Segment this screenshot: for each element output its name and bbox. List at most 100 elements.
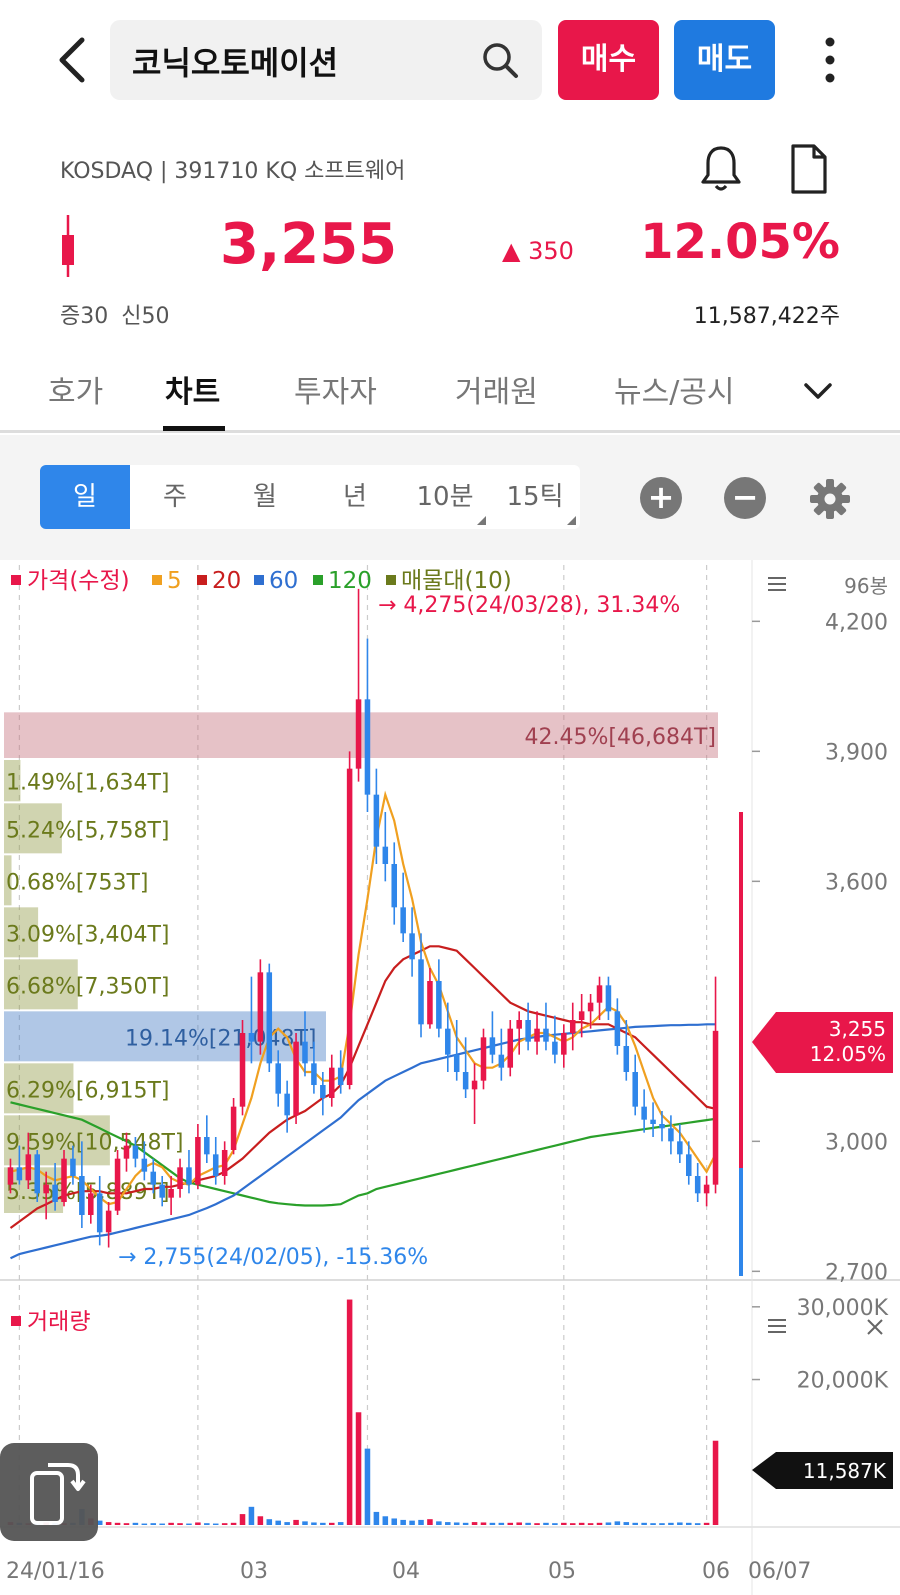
volume-profile-label: 6.29%[6,915T] (6, 1078, 169, 1103)
candle-body (418, 959, 424, 1025)
price-tick-label: 2,700 (825, 1260, 888, 1285)
period-month[interactable]: 월 (220, 465, 310, 529)
search-icon[interactable] (480, 40, 520, 80)
tab-chart[interactable]: 차트 (165, 367, 220, 411)
volume-bar (677, 1522, 683, 1525)
candle-body (79, 1176, 85, 1215)
candle-body (239, 1033, 246, 1107)
volume-bar (578, 1522, 585, 1525)
candle-body (400, 907, 406, 934)
tab-broker[interactable]: 거래원 (455, 367, 538, 411)
candle-body (105, 1210, 112, 1233)
tag-volume: 11,587K (803, 1459, 887, 1483)
volume-bar (257, 1516, 264, 1525)
period-15tick[interactable]: 15틱 (490, 465, 580, 529)
volume-bar (445, 1522, 451, 1525)
candle-body (552, 1041, 558, 1055)
tab-news[interactable]: 뉴스/공시 (614, 367, 735, 411)
candle-body (596, 985, 603, 1003)
volume-bar (489, 1522, 496, 1525)
price-tick-label: 3,600 (825, 870, 888, 895)
tab-orderbook[interactable]: 호가 (48, 367, 103, 411)
candle-body (525, 1020, 531, 1042)
tab-investor[interactable]: 투자자 (294, 367, 377, 411)
candle-body (230, 1106, 237, 1150)
candle-body (587, 1002, 594, 1012)
volume-bar (150, 1523, 157, 1525)
candle-body (320, 1085, 326, 1098)
day-range-up (739, 812, 743, 1168)
candle-body (212, 1154, 219, 1176)
active-tab-indicator (163, 426, 225, 431)
volume-bar (230, 1522, 237, 1525)
volume-bar (525, 1522, 531, 1525)
candle-body (302, 1041, 308, 1064)
candle-body (266, 972, 273, 1064)
volume-bar (302, 1521, 308, 1525)
volume-bar (561, 1522, 567, 1525)
candle-body (605, 985, 612, 1012)
candle-body (52, 1184, 58, 1202)
candle-body (355, 699, 362, 769)
legend-swatch-ma120 (313, 575, 323, 585)
candle-body (7, 1167, 14, 1185)
candle-body (427, 981, 433, 1025)
rotate-screen-button[interactable] (0, 1443, 98, 1541)
date-tick-label: 03 (240, 1559, 268, 1584)
legend-swatch-ma20 (197, 575, 207, 585)
margin-info: 증30 신50 (60, 304, 170, 329)
tag-percent: 12.05% (810, 1042, 886, 1066)
candle-body (70, 1158, 76, 1176)
volume-bar (507, 1522, 514, 1525)
candle-body (614, 1011, 621, 1046)
volume-bar (328, 1522, 335, 1525)
more-vertical-icon[interactable] (812, 32, 848, 92)
volume-bar (275, 1520, 281, 1525)
volume-bar (141, 1523, 148, 1525)
volume-profile-label: 5.35%[5,889T] (6, 1180, 169, 1205)
search-input[interactable]: 코닉오토메이션 (132, 38, 338, 84)
stock-chart[interactable]: 42.45%[46,684T] 1.49%[1,634T] 5.24%[5,758T… (0, 560, 900, 1595)
change-percent: 12.05% (640, 214, 840, 270)
period-week[interactable]: 주 (130, 465, 220, 529)
volume-bar (587, 1523, 594, 1525)
chevron-down-icon[interactable] (800, 373, 836, 409)
zoom-out-button[interactable]: − (724, 477, 766, 519)
volume-bar (480, 1522, 487, 1525)
chart-toolbar: 일 주 월 년 10분 15틱 + − (0, 435, 900, 560)
volume-bar (186, 1523, 192, 1525)
candle-body (177, 1167, 183, 1189)
zoom-in-button[interactable]: + (640, 477, 682, 519)
legend-volume: 거래량 (27, 1309, 90, 1335)
buy-button[interactable]: 매수 (558, 20, 659, 100)
period-10min[interactable]: 10분 (400, 465, 490, 529)
candle-body (668, 1128, 674, 1142)
volume-bar (712, 1440, 719, 1525)
back-arrow-icon[interactable] (48, 30, 96, 90)
rotate-icon (30, 1463, 86, 1525)
candle-body (204, 1137, 210, 1155)
candle-body (16, 1167, 23, 1181)
gear-icon[interactable] (808, 477, 852, 521)
legend-swatch-ma5 (152, 575, 162, 585)
candle-body (685, 1154, 692, 1176)
bell-icon[interactable] (698, 143, 744, 193)
volume-profile-label: 6.68%[7,350T] (6, 974, 169, 999)
volume-bar (159, 1523, 165, 1525)
legend-swatch-volume (11, 1316, 21, 1326)
candle-body (578, 1011, 585, 1020)
period-year[interactable]: 년 (310, 465, 400, 529)
sell-button[interactable]: 매도 (674, 20, 775, 100)
volume-bar (650, 1523, 656, 1525)
candle-body (543, 1028, 549, 1042)
period-day[interactable]: 일 (40, 465, 130, 529)
volume-bar (346, 1299, 353, 1525)
candle-body (159, 1184, 165, 1198)
period-selector: 일 주 월 년 10분 15틱 (40, 465, 580, 529)
document-icon[interactable] (788, 143, 830, 195)
day-range-down (739, 1168, 743, 1276)
volume-profile-label: 42.45%[46,684T] (525, 725, 716, 750)
legend-ma60: 60 (269, 568, 298, 594)
search-box[interactable]: 코닉오토메이션 (110, 20, 542, 100)
volume-bar (364, 1448, 371, 1525)
